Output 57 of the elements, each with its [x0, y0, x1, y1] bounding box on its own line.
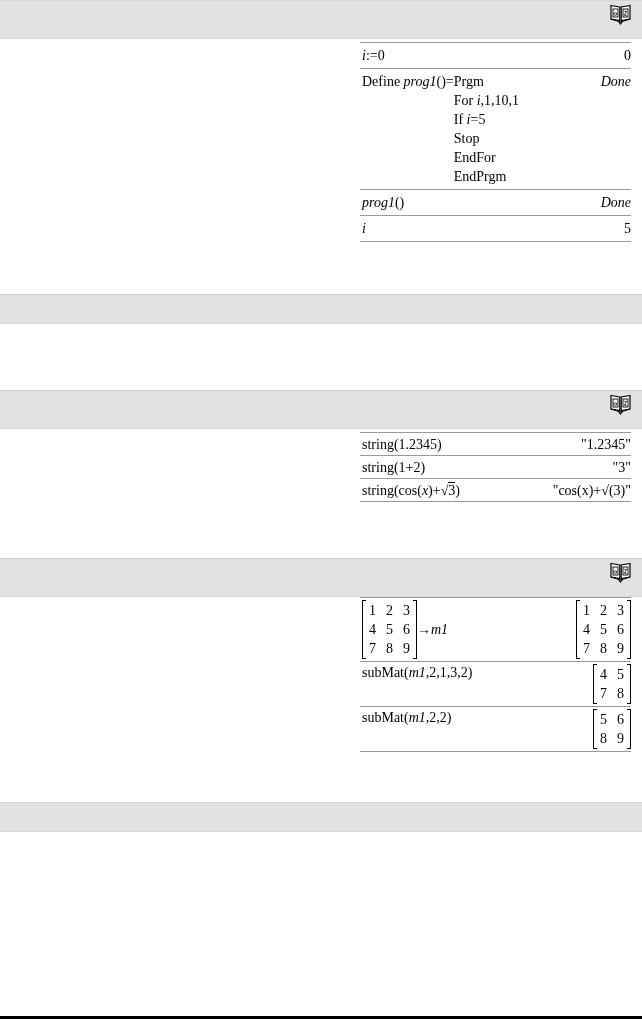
expression-text: Define prog1()= — [362, 73, 454, 91]
result-text: "1.2345" — [581, 436, 631, 453]
expression-text: →m1 — [417, 621, 449, 638]
matrix-entry: 6 — [617, 711, 624, 729]
matrix-entry: 5 — [600, 711, 607, 729]
matrix-entry: 1 — [583, 602, 590, 620]
matrix-entry: 9 — [403, 640, 410, 658]
expression-text: string(1+2) — [362, 459, 426, 476]
matrix-entry: 3 — [403, 602, 410, 620]
left-bracket — [576, 600, 580, 659]
program-line: EndPrgm — [453, 168, 508, 186]
matrix-entry: 8 — [600, 730, 607, 748]
matrix-entry: 7 — [600, 685, 607, 703]
result-text: Done — [600, 194, 631, 212]
result-text: 0 — [624, 47, 631, 65]
result-text: Done — [600, 73, 631, 91]
result-text: "3" — [612, 459, 631, 476]
matrix-entry: 2 — [600, 602, 607, 620]
matrix-entry: 5 — [386, 621, 393, 639]
matrix-entry: 2 — [386, 602, 393, 620]
expression-text: subMat(m1,2,1,3,2) — [362, 664, 473, 681]
program-line: Prgm — [453, 73, 485, 91]
matrix-entry: 9 — [617, 730, 624, 748]
program-line: For i,1,10,1 — [453, 92, 520, 110]
matrix-entry: 5 — [600, 621, 607, 639]
matrix-entry: 6 — [617, 621, 624, 639]
right-bracket — [627, 600, 631, 659]
left-bracket — [593, 709, 597, 749]
result-text: 5 — [624, 220, 631, 238]
matrix-entry: 8 — [600, 640, 607, 658]
matrix-entry: 6 — [403, 621, 410, 639]
matrix-entry: 5 — [617, 666, 624, 684]
expression-text: i — [362, 220, 366, 238]
matrix-entry: 1 — [369, 602, 376, 620]
right-bracket — [627, 664, 631, 704]
matrix-entry: 4 — [600, 666, 607, 684]
right-bracket — [413, 600, 417, 659]
matrix-entry: 7 — [369, 640, 376, 658]
right-bracket — [627, 709, 631, 749]
expression-text: prog1() — [362, 194, 405, 212]
program-line: If i=5 — [453, 111, 487, 129]
matrix-entry: 8 — [617, 685, 624, 703]
matrix-entry: 8 — [386, 640, 393, 658]
expression-text: i:=0 — [362, 47, 385, 65]
left-bracket — [593, 664, 597, 704]
result-text: "cos(x)+√(3)" — [552, 482, 631, 499]
expression-text: string(cos(x)+√3) — [362, 482, 461, 499]
left-bracket — [362, 600, 366, 659]
program-line: EndFor — [453, 149, 497, 167]
program-line: Stop — [453, 130, 481, 148]
expression-text: subMat(m1,2,2) — [362, 709, 452, 726]
matrix-entry: 9 — [617, 640, 624, 658]
expression-text: string(1.2345) — [362, 436, 442, 453]
matrix-entry: 4 — [369, 621, 376, 639]
matrix-entry: 4 — [583, 621, 590, 639]
matrix-entry: 7 — [583, 640, 590, 658]
matrix-entry: 3 — [617, 602, 624, 620]
